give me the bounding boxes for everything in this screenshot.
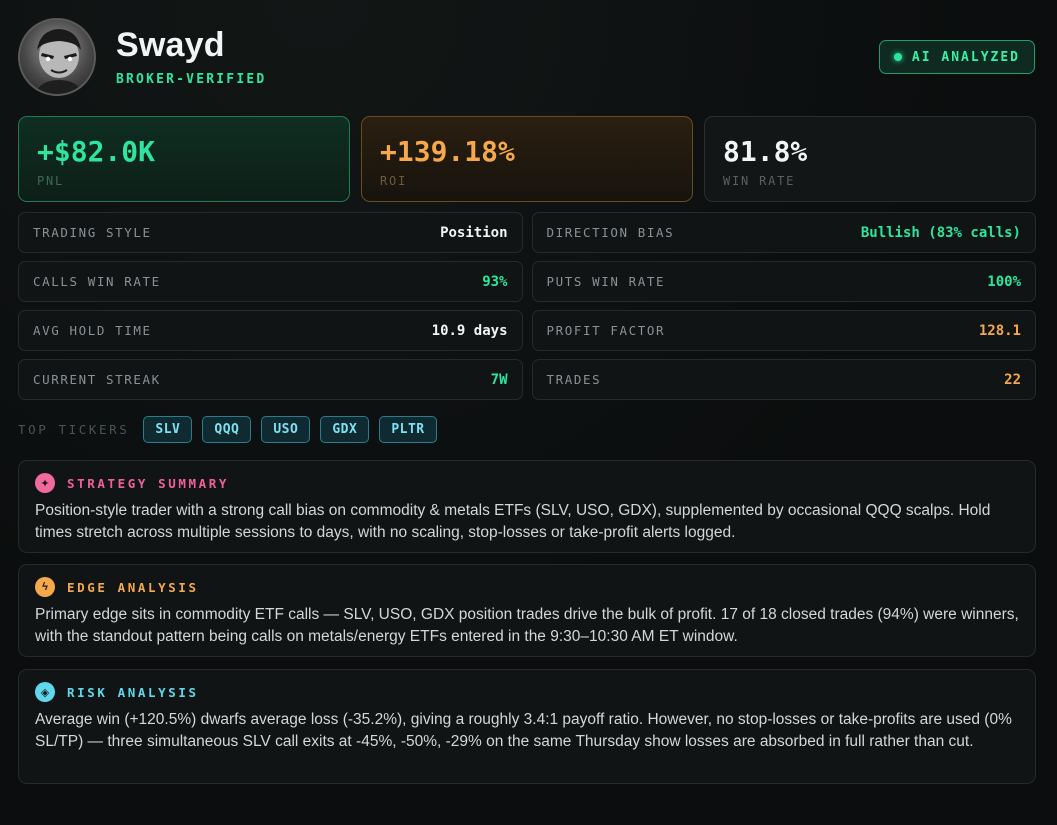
metric-trading-style: TRADING STYLE Position (18, 212, 523, 253)
edge-analysis-card: ϟ EDGE ANALYSIS Primary edge sits in com… (18, 564, 1036, 657)
metric-value: Position (440, 224, 508, 241)
ticker-chip-gdx[interactable]: GDX (320, 416, 370, 443)
metric-label: TRADES (546, 372, 602, 387)
sparkle-icon: ✦ (35, 473, 55, 493)
card-title: EDGE ANALYSIS (67, 579, 199, 595)
ai-analyzed-label: AI ANALYZED (911, 49, 1020, 65)
metric-value: 93% (482, 273, 508, 290)
metric-label: PROFIT FACTOR (546, 323, 666, 338)
roi-value: +139.18% (380, 135, 515, 168)
metric-label: AVG HOLD TIME (33, 323, 152, 338)
pnl-card: +$82.0K PNL (18, 116, 350, 202)
diamond-icon: ◈ (35, 682, 55, 702)
avatar[interactable] (18, 18, 96, 96)
profile-name: Swayd (116, 26, 225, 64)
card-title: STRATEGY SUMMARY (67, 475, 230, 491)
metrics-grid: TRADING STYLE Position DIRECTION BIAS Bu… (18, 212, 1036, 400)
metric-label: PUTS WIN RATE (546, 274, 666, 289)
strategy-summary-card: ✦ STRATEGY SUMMARY Position-style trader… (18, 460, 1036, 553)
metric-label: TRADING STYLE (33, 225, 152, 240)
pnl-label: PNL (37, 174, 65, 188)
ai-analyzed-badge: AI ANALYZED (878, 40, 1035, 74)
profile-header: Swayd BROKER-VERIFIED AI ANALYZED (18, 18, 1035, 98)
metric-direction-bias: DIRECTION BIAS Bullish (83% calls) (531, 212, 1036, 253)
metric-label: CURRENT STREAK (33, 372, 161, 387)
risk-analysis-card: ◈ RISK ANALYSIS Average win (+120.5%) dw… (18, 669, 1036, 784)
stat-cards: +$82.0K PNL +139.18% ROI 81.8% WIN RATE (18, 116, 1036, 202)
metric-puts-win-rate: PUTS WIN RATE 100% (531, 261, 1036, 302)
status-dot-icon (893, 53, 902, 61)
metric-avg-hold-time: AVG HOLD TIME 10.9 days (18, 310, 523, 351)
win-rate-label: WIN RATE (723, 174, 796, 188)
top-tickers-label: TOP TICKERS (18, 422, 130, 437)
verified-badge: BROKER-VERIFIED (116, 72, 267, 87)
ticker-chip-pltr[interactable]: PLTR (379, 416, 437, 443)
win-rate-value: 81.8% (723, 135, 808, 168)
metric-value: Bullish (83% calls) (860, 224, 1021, 241)
metric-trades: TRADES 22 (531, 359, 1036, 400)
card-body: Position-style trader with a strong call… (35, 502, 991, 541)
metric-label: DIRECTION BIAS (546, 225, 675, 240)
metric-current-streak: CURRENT STREAK 7W (18, 359, 523, 400)
card-body: Primary edge sits in commodity ETF calls… (35, 606, 1019, 645)
pnl-value: +$82.0K (37, 135, 156, 168)
card-title: RISK ANALYSIS (67, 684, 199, 700)
roi-label: ROI (380, 174, 408, 188)
win-rate-card: 81.8% WIN RATE (704, 116, 1036, 202)
ticker-chip-slv[interactable]: SLV (143, 416, 193, 443)
metric-value: 100% (987, 273, 1021, 290)
ticker-chip-uso[interactable]: USO (261, 416, 311, 443)
metric-label: CALLS WIN RATE (33, 274, 161, 289)
card-body: Average win (+120.5%) dwarfs average los… (35, 711, 1012, 750)
avatar-image (35, 29, 83, 94)
metric-calls-win-rate: CALLS WIN RATE 93% (18, 261, 523, 302)
metric-profit-factor: PROFIT FACTOR 128.1 (531, 310, 1036, 351)
top-tickers: TOP TICKERS SLV QQQ USO GDX PLTR (18, 416, 437, 443)
metric-value: 10.9 days (431, 322, 508, 339)
metric-value: 128.1 (978, 322, 1021, 339)
metric-value: 7W (490, 371, 508, 388)
metric-value: 22 (1004, 371, 1021, 388)
lightning-icon: ϟ (35, 577, 55, 597)
roi-card: +139.18% ROI (361, 116, 693, 202)
ticker-chip-qqq[interactable]: QQQ (202, 416, 252, 443)
